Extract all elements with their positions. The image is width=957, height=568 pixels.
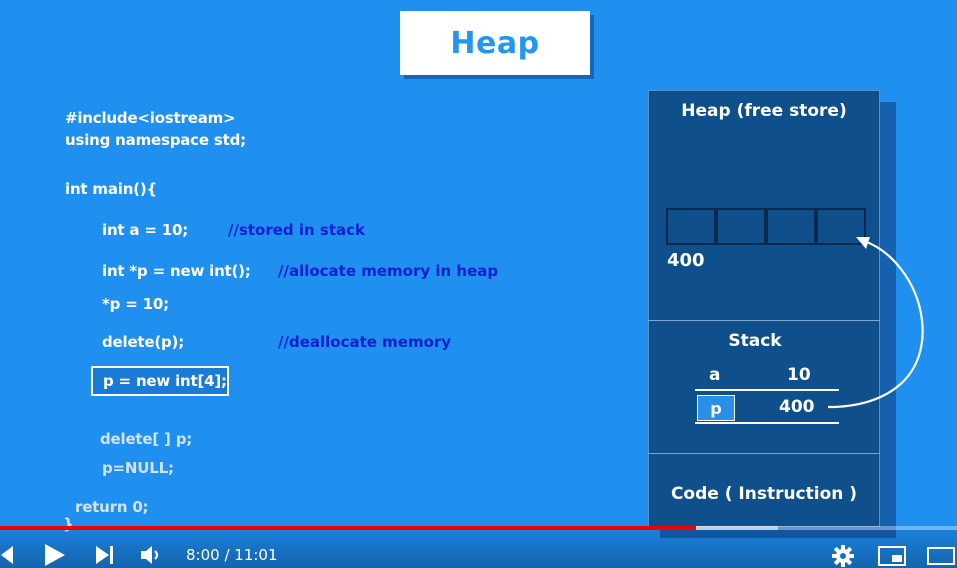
stack-var-a-name: a (709, 365, 721, 385)
heap-cell (766, 208, 816, 245)
code-line-using: using namespace std; (65, 131, 246, 149)
highlighted-code-line: p = new int[4]; (91, 366, 229, 396)
comment-allocate-heap: //allocate memory in heap (278, 262, 499, 280)
comment-deallocate: //deallocate memory (278, 333, 452, 351)
code-line-new-array: p = new int[4]; (103, 372, 227, 390)
play-icon[interactable] (43, 543, 67, 567)
stack-row-line (695, 422, 839, 424)
code-line-new-int: int *p = new int(); (102, 262, 251, 280)
code-line-delete: delete(p); (102, 333, 185, 351)
heap-cell (666, 208, 716, 245)
heap-address: 400 (667, 250, 705, 271)
code-section-label: Code ( Instruction ) (670, 484, 858, 504)
heap-cell (716, 208, 766, 245)
time-display: 8:00 / 11:01 (186, 546, 278, 564)
volume-icon[interactable] (140, 544, 164, 566)
code-line-delete-array: delete[ ] p; (100, 430, 193, 448)
pointer-arrow (827, 237, 924, 409)
code-line-return: return 0; (75, 498, 149, 516)
stack-row-line (695, 389, 839, 391)
page-title: Heap (450, 25, 540, 61)
code-line-int-a: int a = 10; (102, 221, 189, 239)
code-line-assign: *p = 10; (102, 295, 169, 313)
title-card: Heap (400, 11, 590, 75)
theater-mode-icon[interactable] (926, 545, 956, 567)
code-line-include: #include<iostream> (65, 109, 236, 127)
comment-stored-in-stack: //stored in stack (228, 221, 366, 239)
code-line-null: p=NULL; (102, 459, 174, 477)
section-divider (648, 453, 880, 454)
stack-var-a-value: 10 (787, 365, 811, 385)
skip-next-icon[interactable] (94, 545, 116, 565)
skip-previous-icon[interactable] (0, 543, 14, 567)
heap-section-label: Heap (free store) (681, 101, 847, 121)
stack-var-p-name: p (697, 395, 735, 421)
stack-var-p-value: 400 (779, 397, 815, 417)
miniplayer-icon[interactable] (877, 545, 907, 567)
code-line-main: int main(){ (65, 180, 157, 198)
gear-icon[interactable] (831, 544, 855, 568)
